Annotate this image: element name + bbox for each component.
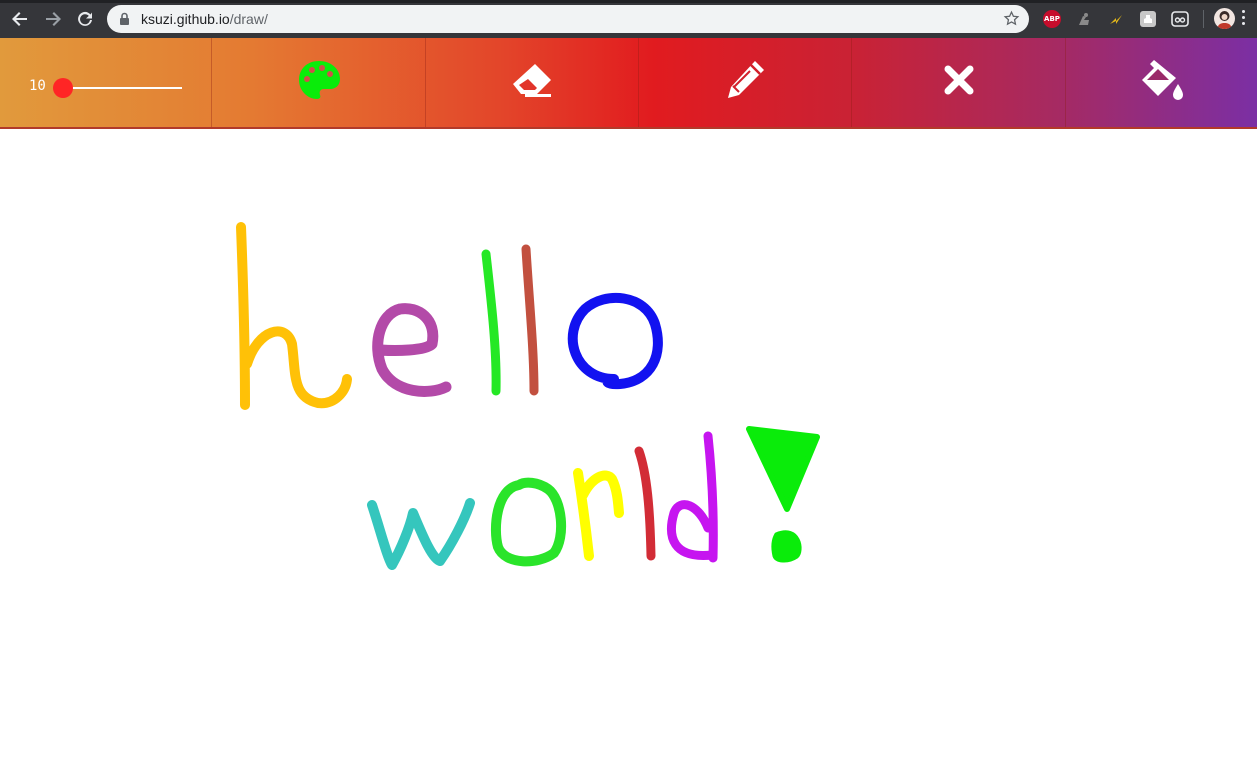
url-text: ksuzi.github.io/draw/ [141, 11, 268, 27]
stroke-o-blue [567, 292, 663, 390]
brush-size-control: 10 [0, 38, 212, 127]
reload-icon[interactable] [72, 6, 98, 32]
url-host: ksuzi.github.io [141, 11, 230, 27]
profile-avatar[interactable] [1214, 8, 1235, 29]
extension-icon[interactable] [1138, 9, 1158, 29]
extension-icon[interactable] [1106, 9, 1126, 29]
stroke-r [573, 468, 624, 561]
menu-icon[interactable] [1242, 10, 1246, 28]
stroke-w [367, 498, 475, 570]
brush-size-value: 10 [29, 78, 46, 94]
adblock-plus-badge: ABP [1043, 10, 1061, 28]
stroke-l-green [481, 249, 501, 396]
clear-button[interactable] [852, 38, 1066, 127]
address-bar[interactable]: ksuzi.github.io/draw/ [107, 5, 1029, 33]
back-arrow-icon[interactable] [7, 6, 33, 32]
toolbar-separator [1203, 10, 1204, 28]
extension-icon[interactable] [1170, 9, 1190, 29]
lock-icon[interactable] [119, 12, 130, 31]
drawing-canvas[interactable] [0, 129, 1257, 764]
forward-arrow-icon[interactable] [40, 6, 66, 32]
color-palette-button[interactable] [212, 38, 426, 127]
stroke-exclamation-dot [771, 530, 802, 563]
pencil-button[interactable] [639, 38, 852, 127]
brush-size-slider-thumb[interactable] [53, 78, 73, 98]
tab-strip-edge [0, 0, 1257, 3]
stroke-h [236, 222, 352, 410]
paint-bucket-icon [1138, 58, 1186, 107]
adblock-plus-icon[interactable]: ABP [1042, 9, 1062, 29]
palette-icon [297, 59, 341, 106]
eraser-icon [511, 62, 553, 103]
stroke-exclamation [746, 426, 820, 512]
eraser-button[interactable] [426, 38, 639, 127]
extension-icon[interactable] [1074, 9, 1094, 29]
brush-size-slider[interactable] [63, 87, 182, 89]
fill-button[interactable] [1066, 38, 1257, 127]
url-path: /draw/ [229, 11, 268, 27]
stroke-l-brown [521, 244, 539, 396]
stroke-d [667, 431, 718, 563]
star-icon[interactable] [1003, 10, 1020, 32]
stroke-e [372, 303, 452, 397]
browser-toolbar: ksuzi.github.io/draw/ ABP [0, 0, 1257, 38]
drawing-toolbar: 10 [0, 38, 1257, 129]
stroke-o-green [490, 477, 567, 567]
pencil-icon [724, 59, 766, 106]
stroke-l-red [634, 446, 656, 561]
close-icon [943, 64, 975, 101]
